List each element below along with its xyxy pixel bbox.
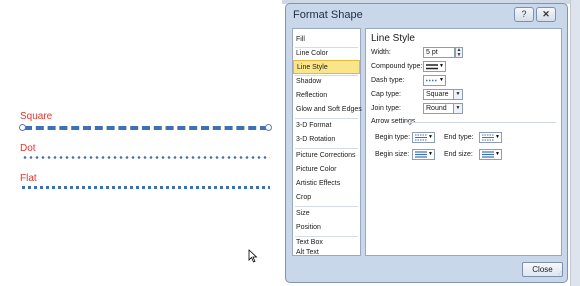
width-label: Width: — [371, 49, 391, 56]
format-shape-dialog: Format Shape ? ✕ Fill Line Color Line St… — [285, 3, 568, 283]
mouse-pointer-icon — [248, 249, 258, 263]
dash-type-dropdown[interactable]: ▼ — [423, 75, 446, 86]
arrow-size-icon — [415, 151, 427, 158]
nav-item-reflection[interactable]: Reflection — [293, 89, 360, 103]
arrow-style-icon — [482, 134, 494, 141]
nav-item-shadow[interactable]: Shadow — [293, 75, 360, 89]
nav-item-text-box[interactable]: Text Box — [293, 236, 360, 250]
compound-type-dropdown[interactable]: ▼ — [423, 61, 446, 72]
nav-item-position[interactable]: Position — [293, 221, 360, 235]
end-type-dropdown[interactable]: ▼ — [479, 132, 502, 143]
cap-type-label: Cap type: — [371, 91, 401, 98]
width-input[interactable]: 5 pt — [423, 47, 455, 58]
close-icon[interactable]: ✕ — [536, 7, 556, 22]
category-list: Fill Line Color Line Style Shadow Reflec… — [292, 28, 362, 257]
nav-item-line-color[interactable]: Line Color — [293, 47, 360, 61]
resize-grip-icon[interactable]: ⋰ — [556, 271, 566, 281]
join-type-select[interactable]: Round ▼ — [423, 103, 463, 114]
dash-line-icon — [426, 79, 438, 82]
nav-item-artistic-effects[interactable]: Artistic Effects — [293, 177, 360, 191]
cap-type-select[interactable]: Square ▼ — [423, 89, 463, 100]
nav-item-picture-color[interactable]: Picture Color — [293, 163, 360, 177]
join-type-label: Join type: — [371, 105, 401, 112]
cap-type-value: Square — [426, 91, 449, 98]
chevron-down-icon: ▼ — [453, 104, 462, 113]
chevron-down-icon: ▼ — [439, 63, 444, 69]
width-spinner[interactable]: ▲ ▼ — [455, 47, 463, 58]
nav-item-3d-format[interactable]: 3-D Format — [293, 119, 360, 133]
nav-item-crop[interactable]: Crop — [293, 191, 360, 205]
line-style-panel: Line Style Width: 5 pt ▲ ▼ Compound type:… — [365, 28, 562, 256]
section-divider — [406, 122, 556, 123]
chevron-down-icon: ▼ — [428, 134, 433, 140]
line-end-handle[interactable] — [265, 124, 272, 131]
dash-type-label: Dash type: — [371, 77, 405, 84]
end-size-dropdown[interactable]: ▼ — [479, 149, 502, 160]
dialog-title: Format Shape — [293, 9, 363, 21]
square-dashed-line[interactable] — [24, 126, 268, 130]
square-label: Square — [20, 111, 53, 122]
window-scrollbar[interactable] — [570, 0, 580, 286]
nav-item-glow[interactable]: Glow and Soft Edges — [293, 103, 362, 117]
compound-type-label: Compound type: — [371, 63, 423, 70]
nav-item-3d-rotation[interactable]: 3-D Rotation — [293, 133, 360, 147]
begin-size-dropdown[interactable]: ▼ — [412, 149, 435, 160]
join-type-value: Round — [426, 105, 447, 112]
compound-lines-icon — [426, 64, 438, 70]
end-size-label: End size: — [444, 151, 473, 158]
slide-canvas: Square Dot Flat — [0, 0, 282, 286]
chevron-down-icon: ▼ — [453, 90, 462, 99]
chevron-down-icon: ▼ — [495, 134, 500, 140]
chevron-down-icon: ▼ — [495, 151, 500, 157]
flat-dashed-line[interactable] — [22, 186, 270, 189]
chevron-down-icon: ▼ — [439, 77, 444, 83]
dot-dashed-line[interactable] — [22, 156, 270, 159]
panel-title: Line Style — [371, 33, 415, 44]
begin-size-label: Begin size: — [375, 151, 410, 158]
nav-item-alt-text[interactable]: Alt Text — [293, 249, 360, 257]
flat-label: Flat — [20, 173, 37, 184]
begin-type-label: Begin type: — [375, 134, 411, 141]
nav-item-size[interactable]: Size — [293, 207, 360, 221]
dialog-titlebar[interactable]: Format Shape ? ✕ — [286, 4, 567, 26]
help-button[interactable]: ? — [514, 7, 534, 22]
nav-item-line-style[interactable]: Line Style — [293, 60, 360, 74]
line-start-handle[interactable] — [19, 124, 26, 131]
nav-item-picture-corrections[interactable]: Picture Corrections — [293, 149, 360, 163]
begin-type-dropdown[interactable]: ▼ — [412, 132, 435, 143]
dot-label: Dot — [20, 143, 36, 154]
arrow-size-icon — [482, 151, 494, 158]
nav-item-fill[interactable]: Fill — [293, 33, 360, 47]
end-type-label: End type: — [444, 134, 474, 141]
arrow-style-icon — [415, 134, 427, 141]
chevron-down-icon: ▼ — [428, 151, 433, 157]
